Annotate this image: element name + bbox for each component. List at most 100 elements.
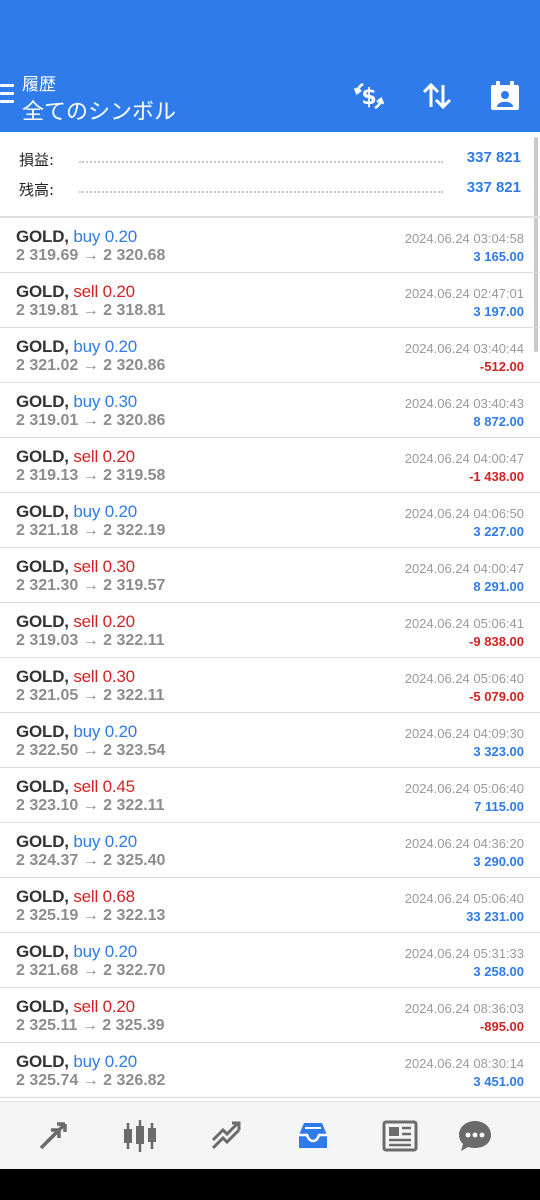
trade-time: 2024.06.24 03:04:58 <box>404 231 524 246</box>
trade-time: 2024.06.24 08:30:14 <box>404 1056 524 1071</box>
trade-profit: 3 290.00 <box>473 854 524 869</box>
trade-time: 2024.06.24 03:40:44 <box>404 341 524 356</box>
trade-side: sell <box>73 447 99 466</box>
trade-side: buy <box>73 227 101 246</box>
nav-trade[interactable] <box>207 1116 247 1156</box>
trade-symbol-line: GOLD, sell 0.20 <box>16 997 135 1017</box>
trade-prices: 2 325.74 → 2 326.82 <box>16 1072 166 1089</box>
trade-time: 2024.06.24 04:06:50 <box>404 506 524 521</box>
sort-button[interactable] <box>417 76 457 116</box>
trade-volume: 0.20 <box>102 447 135 466</box>
trade-time: 2024.06.24 02:47:01 <box>404 286 524 301</box>
trade-profit: 3 197.00 <box>473 304 524 319</box>
trade-symbol-line: GOLD, buy 0.20 <box>16 1052 137 1072</box>
trade-row[interactable]: GOLD, sell 0.45 2 323.10 → 2 322.11 2024.0… <box>0 768 540 823</box>
trade-icon <box>211 1121 241 1150</box>
trade-symbol: GOLD, <box>16 832 69 851</box>
quotes-icon <box>39 1122 67 1150</box>
trade-side: sell <box>73 887 99 906</box>
trade-profit: 3 323.00 <box>473 744 524 759</box>
trade-row[interactable]: GOLD, buy 0.20 2 324.37 → 2 325.40 2024.06… <box>0 823 540 878</box>
trade-profit: 8 291.00 <box>473 579 524 594</box>
trade-row[interactable]: GOLD, sell 0.20 2 325.11 → 2 325.39 2024.0… <box>0 988 540 1043</box>
trade-profit: -5 079.00 <box>469 689 524 704</box>
nav-news[interactable] <box>380 1116 420 1156</box>
trade-volume: 0.20 <box>102 282 135 301</box>
app-header: 履歴 全てのシンボル $ <box>0 0 540 132</box>
trade-volume: 0.30 <box>102 667 135 686</box>
nav-history[interactable] <box>293 1116 333 1156</box>
trade-time: 2024.06.24 05:06:40 <box>404 891 524 906</box>
trade-profit: -9 838.00 <box>469 634 524 649</box>
trade-profit: 3 165.00 <box>473 249 524 264</box>
trade-volume: 0.45 <box>102 777 135 796</box>
menu-icon[interactable] <box>0 84 14 106</box>
trade-row[interactable]: GOLD, buy 0.20 2 321.02 → 2 320.86 2024.06… <box>0 328 540 383</box>
nav-chart[interactable] <box>120 1116 160 1156</box>
trade-symbol: GOLD, <box>16 392 69 411</box>
trade-time: 2024.06.24 05:31:33 <box>404 946 524 961</box>
trade-symbol-line: GOLD, sell 0.30 <box>16 667 135 687</box>
trade-side: buy <box>73 1052 101 1071</box>
dollar-exchange-icon: $ <box>353 82 385 110</box>
trade-row[interactable]: GOLD, buy 0.20 2 319.69 → 2 320.68 2024.06… <box>0 218 540 273</box>
trade-symbol: GOLD, <box>16 887 69 906</box>
trade-volume: 0.20 <box>104 832 138 851</box>
trade-volume: 0.20 <box>104 942 138 961</box>
trade-row[interactable]: GOLD, sell 0.20 2 319.03 → 2 322.11 2024.0… <box>0 603 540 658</box>
period-calendar-button[interactable] <box>485 76 525 116</box>
trade-time: 2024.06.24 03:40:43 <box>404 396 524 411</box>
trade-side: sell <box>73 777 99 796</box>
dotted-leader <box>79 191 443 193</box>
trade-volume: 0.20 <box>104 722 138 741</box>
trade-symbol-line: GOLD, buy 0.20 <box>16 337 137 357</box>
trade-side: buy <box>73 502 101 521</box>
history-summary: 損益: 337 821 残高: 337 821 <box>0 132 540 216</box>
trade-symbol-line: GOLD, sell 0.20 <box>16 447 135 467</box>
trade-time: 2024.06.24 04:09:30 <box>404 726 524 741</box>
trade-symbol-line: GOLD, sell 0.68 <box>16 887 135 907</box>
trade-row[interactable]: GOLD, buy 0.20 2 325.74 → 2 326.82 2024.06… <box>0 1043 540 1098</box>
trade-symbol: GOLD, <box>16 282 69 301</box>
nav-chat[interactable] <box>455 1116 495 1156</box>
sort-arrows-icon <box>422 82 452 110</box>
trade-row[interactable]: GOLD, buy 0.20 2 321.18 → 2 322.19 2024.06… <box>0 493 540 548</box>
trade-symbol-line: GOLD, buy 0.20 <box>16 722 137 742</box>
nav-quotes[interactable] <box>33 1116 73 1156</box>
chart-candles-icon <box>124 1120 156 1152</box>
trade-side: buy <box>73 832 101 851</box>
trade-row[interactable]: GOLD, sell 0.20 2 319.13 → 2 319.58 2024.0… <box>0 438 540 493</box>
trade-row[interactable]: GOLD, buy 0.30 2 319.01 → 2 320.86 2024.06… <box>0 383 540 438</box>
trade-symbol-line: GOLD, sell 0.30 <box>16 557 135 577</box>
dotted-leader <box>79 161 443 163</box>
trade-time: 2024.06.24 04:36:20 <box>404 836 524 851</box>
trade-profit: 33 231.00 <box>466 909 524 924</box>
trade-row[interactable]: GOLD, sell 0.20 2 319.81 → 2 318.81 2024.0… <box>0 273 540 328</box>
trade-profit: 3 258.00 <box>473 964 524 979</box>
news-icon <box>382 1120 418 1152</box>
balance-label: 残高: <box>19 181 55 199</box>
trade-row[interactable]: GOLD, sell 0.30 2 321.30 → 2 319.57 2024.0… <box>0 548 540 603</box>
trade-side: sell <box>73 997 99 1016</box>
trade-prices: 2 319.01 → 2 320.86 <box>16 412 166 429</box>
trade-time: 2024.06.24 05:06:40 <box>404 781 524 796</box>
trade-symbol-line: GOLD, buy 0.20 <box>16 502 137 522</box>
trade-row[interactable]: GOLD, sell 0.68 2 325.19 → 2 322.13 2024.0… <box>0 878 540 933</box>
trade-prices: 2 324.37 → 2 325.40 <box>16 852 166 869</box>
trade-row[interactable]: GOLD, buy 0.20 2 322.50 → 2 323.54 2024.06… <box>0 713 540 768</box>
trade-profit: 8 872.00 <box>473 414 524 429</box>
trade-symbol: GOLD, <box>16 557 69 576</box>
trade-time: 2024.06.24 05:06:41 <box>404 616 524 631</box>
trade-row[interactable]: GOLD, sell 0.30 2 321.05 → 2 322.11 2024.0… <box>0 658 540 713</box>
trade-side: sell <box>73 612 99 631</box>
trade-prices: 2 321.30 → 2 319.57 <box>16 577 166 594</box>
trade-side: sell <box>73 667 99 686</box>
trade-row[interactable]: GOLD, buy 0.20 2 321.68 → 2 322.70 2024.06… <box>0 933 540 988</box>
deposit-withdraw-button[interactable]: $ <box>349 76 389 116</box>
balance-value: 337 821 <box>466 179 521 196</box>
symbol-filter-title[interactable]: 全てのシンボル <box>22 94 176 126</box>
trade-profit: 3 451.00 <box>473 1074 524 1089</box>
trade-volume: 0.20 <box>102 997 135 1016</box>
trade-profit: -1 438.00 <box>469 469 524 484</box>
trade-side: buy <box>73 942 101 961</box>
